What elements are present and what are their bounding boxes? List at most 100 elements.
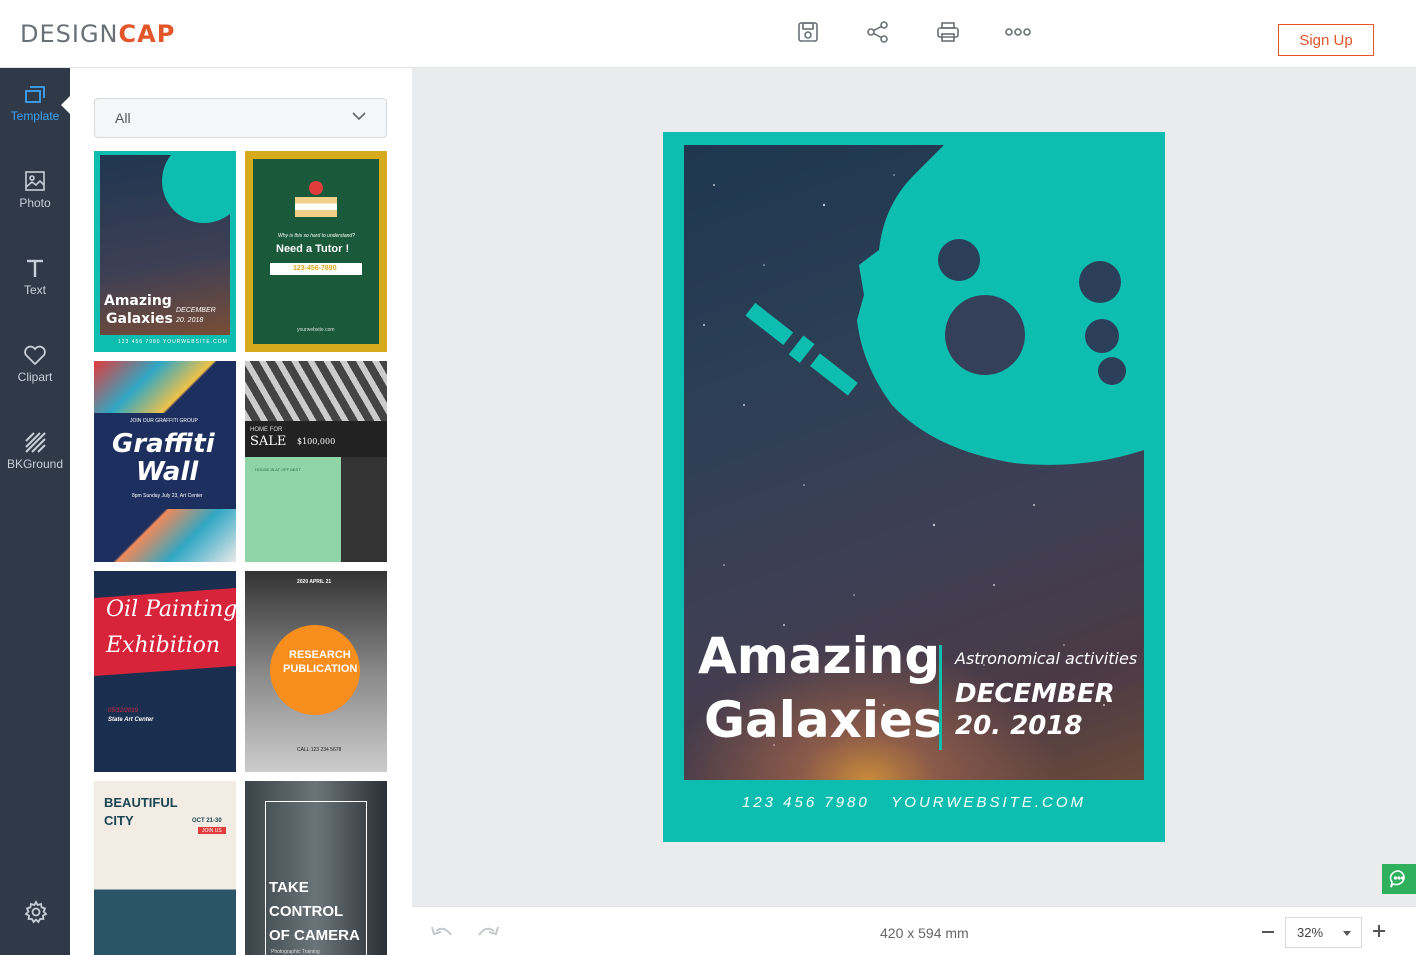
template-footer: JOIN US [202, 828, 222, 834]
template-dark-panel [341, 457, 387, 562]
sidebar-item-label: BKGround [6, 457, 64, 471]
sidebar-item-label: Template [10, 109, 60, 123]
template-title-line2: PUBLICATION [283, 663, 358, 675]
template-title-line2: Wall [136, 457, 199, 487]
template-thumbnail-home-sale[interactable]: HOME FOR SALE $100,000 HOUSE IN AT OFF B… [245, 361, 387, 562]
zoom-in-icon[interactable] [1373, 925, 1385, 937]
template-phone: 123-456-7890 [293, 265, 337, 272]
template-panel: All Amazing Galaxies DECEMBER 20. 2018 1… [70, 68, 412, 955]
template-title-line3: OF CAMERA [269, 927, 360, 944]
poster-contact-line[interactable]: 123 456 7980 YOURWEBSITE.COM [663, 794, 1165, 811]
sidebar-item-label: Clipart [17, 370, 53, 384]
print-button[interactable] [933, 17, 963, 47]
template-footer: State Art Center [108, 717, 154, 723]
template-footer: CALL 123 234 5678 [297, 747, 342, 753]
galaxy-background-photo[interactable]: Amazing Galaxies Astronomical activities… [684, 145, 1144, 780]
template-footer: yourwebsite.com [297, 327, 335, 333]
template-title-line2: CONTROL [269, 903, 344, 920]
top-bar: DESIGNCAP Sign Up [0, 0, 1416, 68]
template-thumbnail-camera[interactable]: TAKE CONTROL OF CAMERA Photographic Trai… [245, 781, 387, 955]
template-title: SALE [250, 434, 287, 449]
save-icon [798, 22, 818, 42]
template-title-line2: CITY [104, 813, 134, 828]
designcap-logo[interactable]: DESIGNCAP [20, 20, 175, 48]
template-icon [25, 86, 45, 103]
chevron-down-icon [352, 112, 366, 121]
poster-canvas[interactable]: Amazing Galaxies Astronomical activities… [663, 132, 1165, 842]
sidebar-item-background[interactable]: BKGround [0, 416, 70, 486]
poster-subtitle[interactable]: Astronomical activities [955, 649, 1137, 668]
settings-button[interactable] [24, 900, 48, 924]
category-filter-select[interactable]: All [94, 98, 387, 138]
apple-icon [309, 181, 323, 195]
template-green-panel [245, 457, 341, 562]
canvas-dimensions: 420 x 594 mm [880, 925, 969, 941]
poster-website: YOURWEBSITE.COM [891, 794, 1087, 811]
text-icon [27, 259, 43, 277]
more-icon [1005, 28, 1031, 36]
bottom-bar: 420 x 594 mm 32% [412, 906, 1416, 955]
template-thumbnail-research[interactable]: 2020 APRIL 21 RESEARCH PUBLICATION CALL … [245, 571, 387, 772]
chat-support-button[interactable] [1382, 864, 1416, 894]
template-kicker: Why is this so hard to understand? [278, 233, 355, 239]
template-detail: DECEMBER [176, 307, 216, 314]
heart-icon [24, 345, 46, 366]
design-workspace: Amazing Galaxies Astronomical activities… [412, 68, 1416, 906]
poster-date-line2[interactable]: 20. 2018 [955, 711, 1082, 741]
sidebar-item-photo[interactable]: Photo [0, 155, 70, 225]
title-divider [939, 645, 942, 750]
zoom-value: 32% [1297, 925, 1324, 940]
satellite-icon [745, 302, 858, 396]
gear-icon [24, 900, 48, 924]
books-icon [295, 197, 337, 217]
template-kicker: 2020 APRIL 21 [297, 579, 332, 585]
sidebar-item-text[interactable]: Text [0, 242, 70, 312]
template-title-line1: TAKE [269, 879, 309, 896]
more-options-button[interactable] [1003, 17, 1033, 47]
save-button[interactable] [793, 17, 823, 47]
poster-title-line1[interactable]: Amazing [698, 627, 940, 685]
sidebar-item-template[interactable]: Template [0, 68, 70, 138]
sidebar-item-label: Text [23, 283, 46, 297]
photo-icon [25, 171, 45, 191]
caret-down-icon [1343, 931, 1351, 936]
sign-up-button[interactable]: Sign Up [1278, 24, 1374, 56]
template-detail2: 20. 2018 [176, 317, 204, 324]
template-title: Need a Tutor ! [276, 243, 350, 255]
template-thumbnail-beautiful-city[interactable]: BEAUTIFUL CITY OCT 21-30 JOIN US [94, 781, 236, 955]
poster-date-line1[interactable]: DECEMBER [955, 679, 1115, 709]
template-kicker: JOIN OUR GRAFFITI GROUP [130, 418, 198, 424]
template-skyline [94, 879, 236, 955]
template-footer: HOUSE IN AT OFF BEST [255, 467, 301, 472]
template-title-line2: Exhibition [106, 633, 221, 658]
background-pattern-icon [25, 432, 46, 453]
template-date: 05/12/2019 [108, 708, 139, 714]
template-thumbnail-graffiti[interactable]: JOIN OUR GRAFFITI GROUP Graffiti Wall 8p… [94, 361, 236, 562]
poster-title-line2[interactable]: Galaxies [704, 691, 943, 749]
printer-icon [937, 22, 959, 42]
template-thumbnail-oil-painting[interactable]: Oil Painting Exhibition 05/12/2019 State… [94, 571, 236, 772]
share-button[interactable] [863, 17, 893, 47]
zoom-out-icon[interactable] [1262, 930, 1274, 934]
zoom-level-select[interactable]: 32% [1285, 917, 1362, 948]
poster-phone: 123 456 7980 [741, 794, 870, 811]
template-preview-image [245, 361, 387, 421]
template-thumbnail-galaxies[interactable]: Amazing Galaxies DECEMBER 20. 2018 123 4… [94, 151, 236, 352]
template-title-line1: Amazing [104, 293, 172, 309]
template-footer: 123 456 7980 YOURWEBSITE.COM [118, 339, 228, 345]
template-footer: 8pm Sunday July 23, Art Center [132, 493, 203, 499]
tool-sidebar: Template Photo Text Clipart BKGround [0, 68, 70, 955]
template-title-line1: BEAUTIFUL [104, 795, 178, 810]
redo-icon[interactable] [476, 925, 500, 941]
undo-icon[interactable] [430, 925, 454, 941]
template-date: OCT 21-30 [192, 818, 222, 824]
share-icon [867, 21, 888, 43]
template-thumbnail-tutor[interactable]: Why is this so hard to understand? Need … [245, 151, 387, 352]
sidebar-item-clipart[interactable]: Clipart [0, 329, 70, 399]
sidebar-item-label: Photo [19, 196, 51, 210]
filter-value: All [115, 110, 131, 126]
template-title-line1: Oil Painting [106, 597, 236, 622]
template-price: $100,000 [297, 437, 336, 446]
template-title-line2: Galaxies [106, 311, 173, 327]
template-title-line1: Graffiti [112, 429, 215, 459]
